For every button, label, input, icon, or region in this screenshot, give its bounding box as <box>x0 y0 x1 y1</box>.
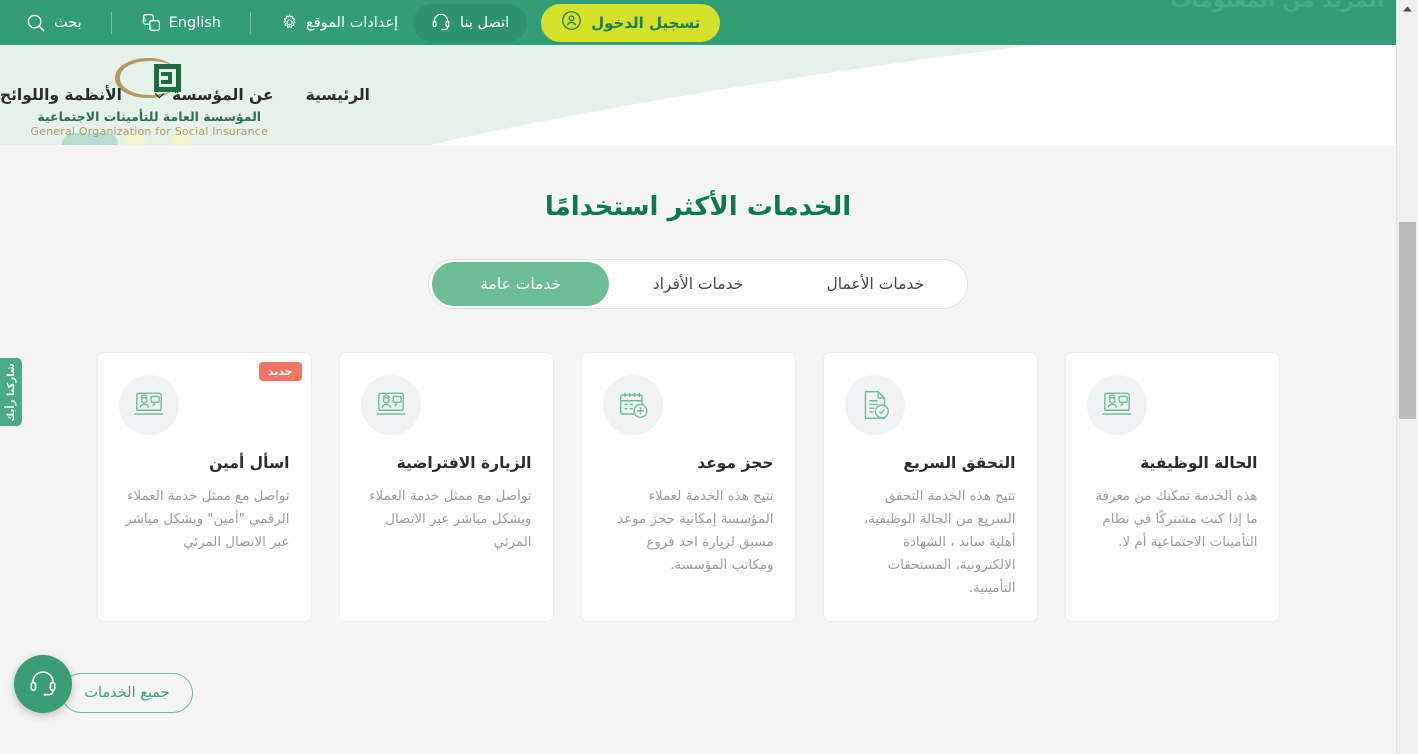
service-card-description: هذه الخدمة تمكنك من معرفة ما إذا كنت مشت… <box>1095 489 1258 551</box>
language-label: English <box>168 14 221 31</box>
all-services-label: جميع الخدمات <box>84 685 170 701</box>
contact-us-button[interactable]: اتصل بنا <box>413 3 528 42</box>
service-card-description: تواصل مع ممثل خدمة العملاء وبشكل مباشر ع… <box>369 489 532 551</box>
page-root: المزيد من المعلومات تسجيل الدخول اتصل بن… <box>0 0 1418 754</box>
service-category-tabs: خدمات عامة خدمات الأفراد خدمات الأعمال <box>428 259 968 309</box>
tab-general-services-label: خدمات عامة <box>480 275 562 293</box>
nav-links: الرئيسية عن المؤسسة الأنظمة واللوائح الخ… <box>0 45 386 145</box>
page-title: الخدمات الأكثر استخدامًا <box>544 192 852 222</box>
topbar-secondary-actions: إعدادات الموقع English A ع بحث <box>0 9 413 37</box>
service-card[interactable]: حجز موعد تتيح هذه الخدمة لعملاء المؤسسة … <box>580 352 796 622</box>
video-agent-icon <box>360 375 421 435</box>
nav-item-home-label: الرئيسية <box>305 86 370 104</box>
hero-ghost-text: المزيد من المعلومات <box>1170 0 1384 12</box>
service-card[interactable]: جديد اسأل أمين تواصل مع ممثل خدمة العملا… <box>96 352 312 622</box>
svg-text:A: A <box>142 17 147 24</box>
nav-inner: المؤسسة العامة للتأمينات الاجتماعية Gene… <box>0 45 1396 145</box>
service-card-description: تتيح هذه الخدمة التحقق السريع من الحالة … <box>863 489 1016 597</box>
support-chat-fab[interactable] <box>14 655 72 713</box>
tab-general-services[interactable]: خدمات عامة <box>432 262 610 306</box>
login-label: تسجيل الدخول <box>591 13 701 32</box>
scrollbar-thumb[interactable] <box>1399 222 1416 419</box>
page-scrollbar[interactable] <box>1396 0 1418 754</box>
gear-icon <box>280 13 299 32</box>
service-card-title: الزيارة الافتراضية <box>396 454 532 472</box>
topbar-divider-1 <box>250 11 251 34</box>
site-settings-label: إعدادات الموقع <box>306 14 399 31</box>
service-card-title: حجز موعد <box>697 454 774 472</box>
top-utility-bar: المزيد من المعلومات تسجيل الدخول اتصل بن… <box>0 0 1396 45</box>
main-content: الخدمات الأكثر استخدامًا خدمات عامة خدما… <box>0 145 1396 754</box>
topbar-divider-2 <box>110 11 112 34</box>
status-badge: جديد <box>258 362 302 381</box>
nav-item-about-label: عن المؤسسة <box>171 86 274 104</box>
tab-individual-services[interactable]: خدمات الأفراد <box>609 262 786 306</box>
video-agent-icon <box>118 375 179 435</box>
language-swap-icon: A ع <box>141 12 162 33</box>
svg-text:ع: ع <box>148 23 152 30</box>
tab-business-services[interactable]: خدمات الأعمال <box>787 262 964 306</box>
all-services-button[interactable]: جميع الخدمات <box>61 673 193 713</box>
topbar-primary-actions: تسجيل الدخول اتصل بنا <box>413 3 734 42</box>
tab-individual-services-label: خدمات الأفراد <box>652 275 744 293</box>
search-icon <box>25 12 47 34</box>
language-toggle-button[interactable]: English A ع <box>126 9 236 37</box>
main-navigation-bar: المؤسسة العامة للتأمينات الاجتماعية Gene… <box>0 45 1396 145</box>
feedback-side-tab[interactable]: شاركنا رأيك <box>0 358 22 426</box>
user-circle-icon <box>561 10 582 35</box>
nav-item-regulations-label: الأنظمة واللوائح <box>0 86 122 104</box>
headset-icon <box>28 667 58 701</box>
chevron-down-icon <box>154 92 165 98</box>
search-label: بحث <box>54 14 82 31</box>
service-cards-list: جديد اسأل أمين تواصل مع ممثل خدمة العملا… <box>96 352 1300 622</box>
nav-item-about[interactable]: عن المؤسسة <box>138 86 290 104</box>
service-card[interactable]: الحالة الوظيفية هذه الخدمة تمكنك من معرف… <box>1064 352 1280 622</box>
search-button[interactable]: بحث <box>10 9 97 37</box>
service-card[interactable]: الزيارة الافتراضية تواصل مع ممثل خدمة ال… <box>338 352 554 622</box>
nav-item-home[interactable]: الرئيسية <box>290 86 386 104</box>
login-button[interactable]: تسجيل الدخول <box>541 3 721 42</box>
chevron-up-icon[interactable] <box>1397 0 1418 17</box>
service-card-title: التحقق السريع <box>903 454 1016 472</box>
tab-business-services-label: خدمات الأعمال <box>826 275 925 293</box>
service-card[interactable]: التحقق السريع تتيح هذه الخدمة التحقق الس… <box>822 352 1038 622</box>
service-card-description: تتيح هذه الخدمة لعملاء المؤسسة إمكانية ح… <box>617 489 774 574</box>
nav-item-regulations[interactable]: الأنظمة واللوائح <box>0 86 138 104</box>
calendar-plus-icon <box>602 375 663 435</box>
headset-icon <box>431 11 451 35</box>
service-card-title: الحالة الوظيفية <box>1140 454 1258 472</box>
contact-us-label: اتصل بنا <box>460 14 510 31</box>
feedback-side-tab-label: شاركنا رأيك <box>5 362 17 422</box>
service-card-title: اسأل أمين <box>209 454 290 472</box>
document-check-icon <box>844 375 905 435</box>
site-settings-button[interactable]: إعدادات الموقع <box>265 9 413 37</box>
browser-viewport: المزيد من المعلومات تسجيل الدخول اتصل بن… <box>0 0 1396 754</box>
service-card-description: تواصل مع ممثل خدمة العملاء الرقمي "أمين"… <box>125 489 290 551</box>
video-agent-icon <box>1086 375 1147 435</box>
